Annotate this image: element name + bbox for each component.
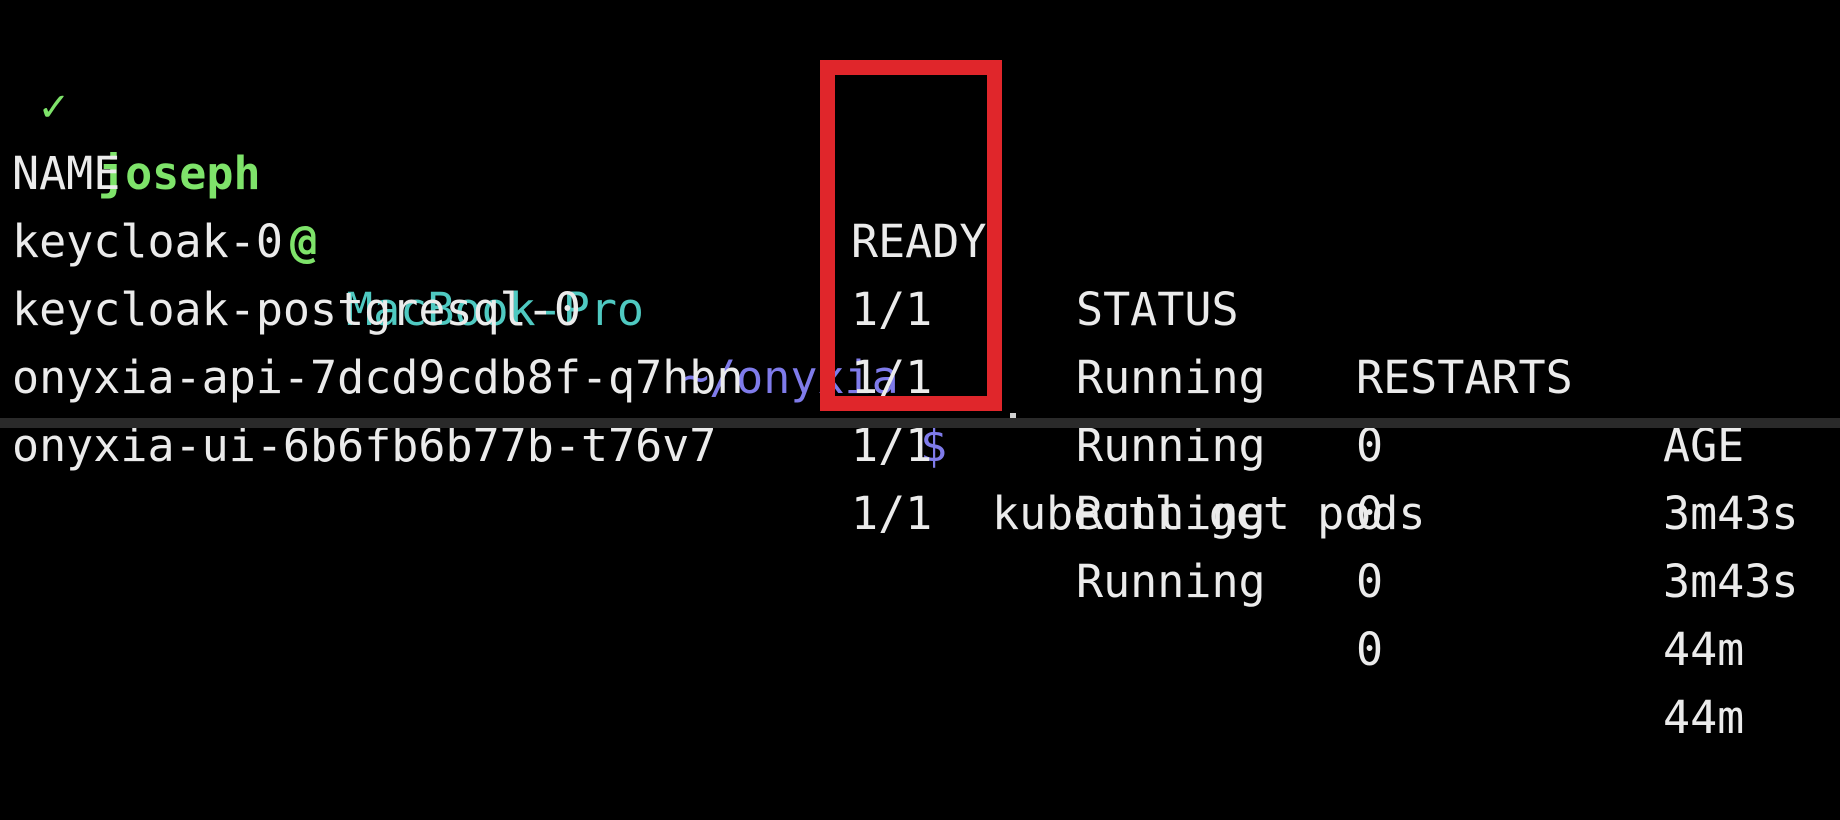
pod-age: 44m	[1663, 623, 1745, 676]
pod-status: Running	[1076, 487, 1266, 540]
terminal-bottom-edge	[0, 418, 1840, 428]
pod-restarts: 0	[1356, 555, 1384, 608]
pod-status: Running	[1076, 555, 1266, 608]
pod-age: 44m	[1663, 691, 1745, 744]
terminal-window[interactable]: ✓ joseph @ MacBook-Pro ~/onyxia $ kubect…	[0, 0, 1840, 744]
pod-age: 3m43s	[1663, 555, 1799, 608]
pod-restarts: 0	[1356, 623, 1384, 676]
pod-age: 3m43s	[1663, 487, 1799, 540]
pod-ready: 1/1	[851, 487, 933, 540]
prompt-line: ✓ joseph @ MacBook-Pro ~/onyxia $ kubect…	[0, 4, 1425, 540]
pod-restarts: 0	[1356, 487, 1384, 540]
ready-column-highlight	[820, 60, 1002, 411]
